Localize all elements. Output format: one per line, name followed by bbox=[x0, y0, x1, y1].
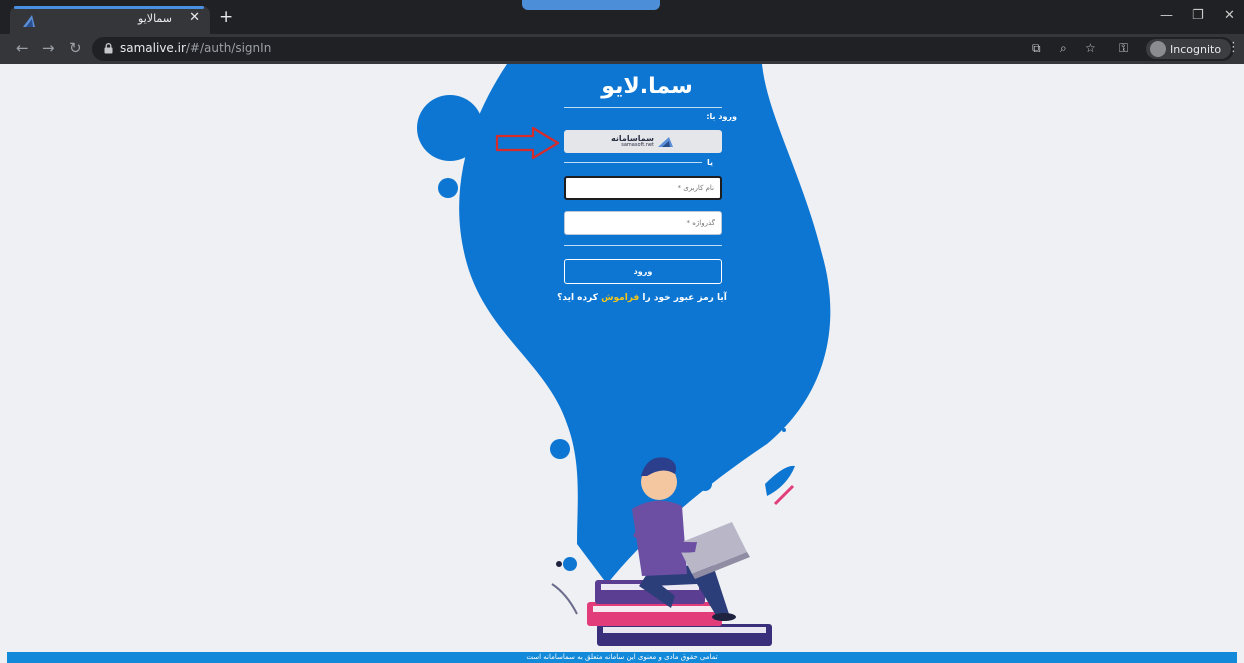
forgot-password-text: آیا رمز عبور خود را فراموش کرده اید؟ bbox=[547, 293, 737, 303]
address-bar[interactable]: samalive.ir/#/auth/signIn ⧉ ⌕ ☆ ⚿ Incogn… bbox=[92, 37, 1234, 61]
reload-icon[interactable]: ↻ bbox=[69, 40, 82, 56]
new-tab-button[interactable]: + bbox=[219, 8, 233, 26]
key-icon[interactable]: ⚿ bbox=[1119, 41, 1128, 56]
minimize-icon[interactable]: — bbox=[1160, 8, 1173, 23]
close-tab-icon[interactable]: ✕ bbox=[189, 10, 200, 25]
close-window-icon[interactable]: ✕ bbox=[1224, 8, 1235, 23]
samalive-favicon-icon bbox=[23, 15, 35, 27]
url-host: samalive.ir bbox=[120, 41, 186, 55]
tab-strip: سمالایو ✕ + — ❐ ✕ bbox=[0, 0, 1244, 34]
tab-loading-bar bbox=[14, 6, 204, 9]
url-path: /#/auth/signIn bbox=[185, 41, 272, 55]
star-icon[interactable]: ☆ bbox=[1085, 41, 1096, 55]
brand-logo: سما.لایو bbox=[601, 74, 693, 99]
url-text[interactable]: samalive.ir/#/auth/signIn bbox=[120, 41, 271, 55]
translate-icon[interactable]: ⧉ bbox=[1032, 41, 1041, 56]
username-input[interactable] bbox=[564, 176, 722, 200]
browser-toolbar: ← → ↻ samalive.ir/#/auth/signIn ⧉ ⌕ ☆ ⚿ … bbox=[0, 34, 1244, 64]
back-icon[interactable]: ← bbox=[16, 40, 29, 56]
footer-text: تمامی حقوق مادی و معنوی این سامانه متعلق… bbox=[526, 653, 718, 661]
incognito-label: Incognito bbox=[1170, 42, 1222, 56]
login-with-label: ورود با: bbox=[706, 112, 737, 121]
lock-icon bbox=[104, 43, 113, 54]
divider-top bbox=[564, 107, 722, 108]
samasoft-login-button[interactable]: سماسامانه samasoft.net bbox=[564, 130, 722, 153]
sso-domain: samasoft.net bbox=[621, 141, 654, 148]
incognito-badge[interactable]: Incognito bbox=[1146, 39, 1232, 59]
menu-icon[interactable]: ⋮ bbox=[1227, 40, 1240, 55]
sso-text: سماسامانه samasoft.net bbox=[611, 133, 654, 149]
login-button[interactable]: ورود bbox=[564, 259, 722, 284]
forward-icon[interactable]: → bbox=[42, 40, 55, 56]
footer-bar: تمامی حقوق مادی و معنوی این سامانه متعلق… bbox=[7, 652, 1237, 663]
tab-title: سمالایو bbox=[138, 12, 172, 25]
samasoft-logo-icon bbox=[657, 136, 673, 147]
password-input[interactable] bbox=[564, 211, 722, 235]
divider-bottom bbox=[564, 245, 722, 246]
restore-icon[interactable]: ❐ bbox=[1192, 8, 1204, 23]
forgot-password-link[interactable]: فراموش bbox=[601, 293, 639, 303]
browser-window: سمالایو ✕ + — ❐ ✕ ← → ↻ samalive.ir/#/au… bbox=[0, 0, 1244, 663]
divider-or bbox=[564, 162, 702, 163]
zoom-icon[interactable]: ⌕ bbox=[1060, 41, 1067, 56]
forgot-prefix: آیا رمز عبور خود را bbox=[639, 293, 727, 303]
or-label: یا bbox=[707, 158, 714, 167]
arrow-pointer-icon bbox=[495, 126, 560, 160]
browser-tab[interactable]: سمالایو ✕ bbox=[10, 6, 210, 34]
page-viewport: سما.لایو ورود با: سماسامانه samasoft.net… bbox=[7, 64, 1237, 663]
student-illustration bbox=[551, 457, 795, 646]
top-indicator bbox=[522, 0, 660, 10]
incognito-icon bbox=[1150, 41, 1166, 57]
forgot-suffix: کرده اید؟ bbox=[557, 293, 602, 303]
sso-brand: سماسامانه bbox=[611, 133, 654, 143]
